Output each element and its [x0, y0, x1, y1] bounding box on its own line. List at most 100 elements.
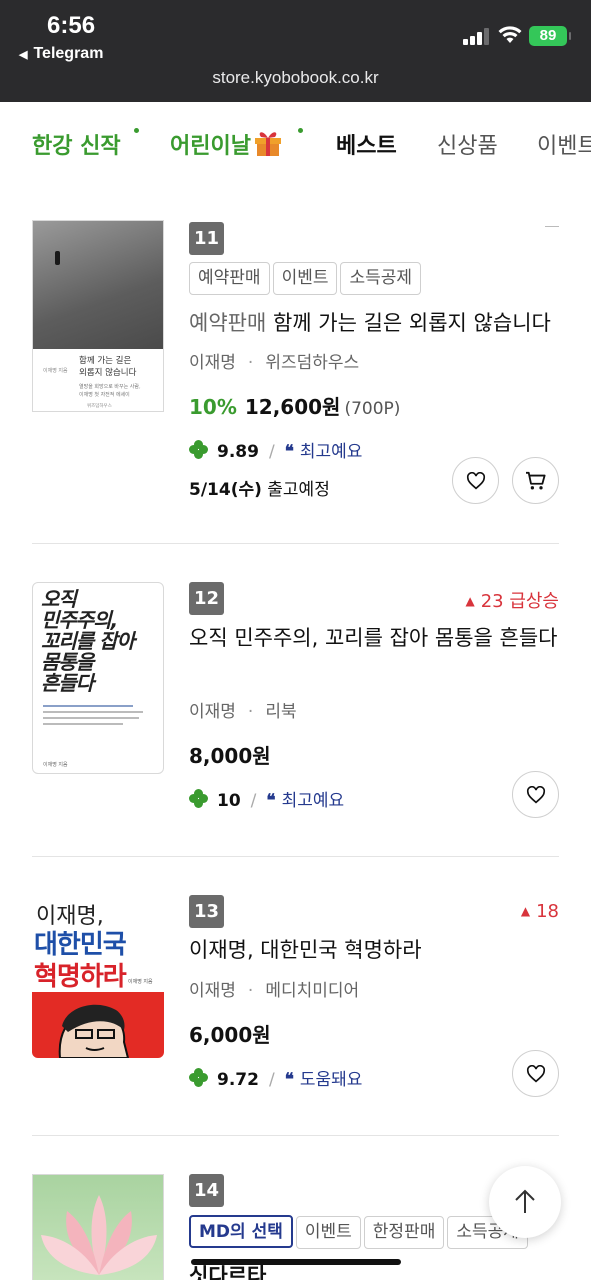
up-triangle-icon: ▲	[520, 904, 531, 918]
price: 12,600원	[244, 395, 341, 419]
author[interactable]: 이재명	[189, 353, 236, 373]
tab-best[interactable]: 베스트	[336, 128, 397, 160]
wishlist-button[interactable]	[512, 771, 559, 818]
back-app-label: Telegram	[33, 45, 104, 62]
tab-events[interactable]: 이벤트	[537, 128, 591, 160]
rank-trend: ▲ 23 급상승	[465, 587, 559, 613]
book-cover[interactable]: 함께 가는 길은 외롭지 않습니다 이재명 지음 열망을 희망으로 바꾸는 사람,…	[32, 220, 164, 412]
price: 8,000원	[189, 744, 271, 768]
up-triangle-icon: ▲	[465, 594, 475, 608]
book-meta: 이재명 · 리북	[189, 697, 297, 722]
tag-limited: 한정판매	[363, 1216, 445, 1249]
rating-row: 9.72 / ❝ 도움돼요	[189, 1065, 362, 1090]
meta-separator: ·	[247, 981, 254, 1001]
review-tag: 도움돼요	[299, 1070, 363, 1090]
cover-author: 이재명 지음	[43, 368, 68, 374]
cover-title-line: 민주주의,	[41, 608, 118, 632]
quote-icon: ❝	[284, 442, 294, 462]
tab-hangang[interactable]: 한강 신작	[32, 128, 139, 160]
trend-text: 23 급상승	[480, 591, 559, 612]
rating-separator: /	[250, 791, 257, 811]
heart-icon	[466, 471, 485, 489]
cover-author: 이재명 지음	[128, 979, 153, 985]
price-row: 6,000원	[189, 1019, 271, 1048]
tag-event: 이벤트	[295, 1216, 361, 1249]
author[interactable]: 이재명	[189, 702, 236, 722]
wifi-icon	[498, 26, 522, 43]
new-dot-icon	[298, 128, 303, 133]
shipping-info: 5/14(수) 출고예정	[189, 475, 330, 500]
author[interactable]: 이재명	[189, 981, 236, 1001]
tag-preorder: 예약판매	[189, 262, 270, 295]
rank-badge: 14	[189, 1174, 224, 1207]
trend-text: 18	[536, 901, 559, 922]
wishlist-button[interactable]	[512, 1050, 559, 1097]
more-indicator	[545, 226, 559, 227]
heart-icon	[526, 1064, 545, 1082]
category-tabs: 한강 신작 어린이날 베스트 신상품 이벤트	[0, 102, 591, 184]
gift-icon	[253, 129, 283, 156]
address-bar[interactable]: store.kyobobook.co.kr	[0, 68, 591, 88]
cover-blurb: 열망을 희망으로 바꾸는 사람, 이재명 첫 자전적 에세이	[79, 383, 141, 399]
status-time: 6:56	[47, 12, 96, 39]
cover-author: 이재명 지음	[43, 762, 68, 768]
book-cover[interactable]	[32, 1174, 164, 1280]
rating-separator: /	[268, 442, 275, 462]
arrow-up-icon	[515, 1189, 535, 1213]
book-cover[interactable]: 오직 민주주의, 꼬리를 잡아 몸통을 흔들다 이재명 지음	[32, 582, 164, 774]
cellular-signal-icon	[463, 27, 491, 45]
cover-title-line: 꼬리를 잡아	[41, 629, 135, 653]
heart-icon	[526, 785, 545, 803]
clover-icon	[189, 789, 209, 809]
shipping-label: 출고예정	[267, 480, 330, 500]
back-to-app-link[interactable]: ◀ Telegram	[19, 45, 103, 63]
lotus-illustration	[41, 1195, 157, 1275]
points: (700P)	[344, 399, 401, 419]
cover-title-line: 외롭지 않습니다	[79, 368, 137, 378]
title-text: 함께 가는 길은 외롭지 않습니다	[272, 311, 551, 335]
price-row: 10% 12,600원 (700P)	[189, 391, 400, 420]
tab-childrens-day[interactable]: 어린이날	[170, 128, 303, 160]
tag-list: 예약판매 이벤트 소득공제	[189, 262, 424, 295]
cover-line: 혁명하라	[34, 962, 127, 992]
quote-icon: ❝	[266, 791, 276, 811]
tag-md-pick: MD의 선택	[189, 1215, 293, 1248]
cover-portrait	[58, 1004, 130, 1058]
book-cover[interactable]: 이재명, 대한민국 혁명하라 이재명 지음	[32, 896, 164, 1058]
quote-icon: ❝	[284, 1070, 294, 1090]
rating-score: 10	[217, 791, 241, 811]
cover-figure	[55, 251, 60, 265]
book-title[interactable]: 예약판매 함께 가는 길은 외롭지 않습니다	[189, 305, 561, 342]
cover-title-line: 흔들다	[41, 671, 94, 695]
book-title[interactable]: 오직 민주주의, 꼬리를 잡아 몸통을 흔들다	[189, 620, 561, 657]
back-triangle-icon: ◀	[19, 49, 28, 61]
publisher[interactable]: 위즈덤하우스	[265, 353, 359, 373]
publisher[interactable]: 메디치미디어	[265, 981, 359, 1001]
clover-icon	[189, 1068, 209, 1088]
rank-trend: ▲ 18	[521, 901, 559, 922]
clover-icon	[189, 440, 209, 460]
wishlist-button[interactable]	[452, 457, 499, 504]
rating-separator: /	[268, 1070, 275, 1090]
scroll-to-top-button[interactable]	[489, 1166, 561, 1238]
rating-score: 9.72	[217, 1070, 259, 1090]
tag-list: MD의 선택 이벤트 한정판매 소득공제	[189, 1215, 531, 1249]
book-meta: 이재명 · 위즈덤하우스	[189, 348, 359, 373]
add-to-cart-button[interactable]	[512, 457, 559, 504]
tag-event: 이벤트	[272, 262, 338, 295]
price: 6,000원	[189, 1023, 271, 1047]
item-divider	[32, 1135, 559, 1136]
book-meta: 이재명 · 메디치미디어	[189, 976, 359, 1001]
rating-score: 9.89	[217, 442, 259, 462]
browser-chrome: 6:56 ◀ Telegram 89 store.kyobobook.co.kr	[0, 0, 591, 102]
meta-separator: ·	[247, 702, 254, 722]
price-row: 8,000원	[189, 740, 271, 769]
tab-new-releases[interactable]: 신상품	[437, 128, 498, 160]
book-title[interactable]: 이재명, 대한민국 혁명하라	[189, 932, 561, 969]
publisher[interactable]: 리북	[265, 702, 296, 722]
shipping-date: 5/14(수)	[189, 480, 262, 500]
rating-row: 10 / ❝ 최고예요	[189, 786, 344, 811]
discount: 10%	[189, 395, 237, 419]
item-divider	[32, 856, 559, 857]
rank-badge: 11	[189, 222, 224, 255]
